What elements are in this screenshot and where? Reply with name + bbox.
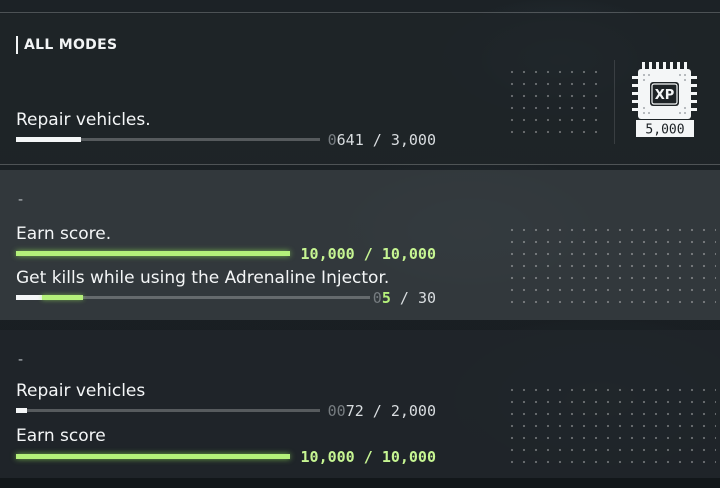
svg-text:XP: XP (655, 88, 675, 103)
progress-count: 0072 / 2,000 (327, 402, 436, 420)
dot-pattern (506, 66, 606, 138)
progress-fill (16, 137, 81, 142)
progress-fill (16, 251, 290, 256)
objective-adrenaline-kills: Get kills while using the Adrenaline Inj… (16, 268, 390, 288)
xp-chip-icon: XP 5,000 (632, 62, 697, 138)
dot-pattern (506, 384, 716, 468)
xp-reward: XP 5,000 (628, 60, 704, 140)
progress-base-fill (16, 295, 42, 300)
progress-fill (42, 295, 83, 300)
progress-fill (16, 408, 27, 413)
progress-bar (16, 408, 320, 413)
progress-count: 10,000 / 10,000 (300, 448, 436, 466)
objective-repair-vehicles: Repair vehicles. (16, 110, 151, 130)
objective-earn-score: Earn score. (16, 224, 112, 244)
objective-earn-score: Earn score (16, 426, 106, 446)
section-dash: - (18, 192, 24, 208)
objective-repair-vehicles: Repair vehicles (16, 381, 146, 401)
progress-bar (16, 454, 290, 459)
section-heading: ALL MODES (16, 36, 117, 54)
progress-fill (16, 454, 290, 459)
section-dash: - (18, 352, 24, 368)
bottom-edge (0, 478, 720, 488)
progress-count: 10,000 / 10,000 (300, 245, 436, 263)
progress-bar (16, 295, 370, 300)
progress-bar (16, 137, 320, 142)
reward-divider (614, 60, 615, 144)
progress-bar (16, 251, 290, 256)
dot-pattern (506, 224, 716, 308)
top-divider (0, 12, 720, 13)
svg-text:5,000: 5,000 (645, 123, 684, 138)
progress-count: 0641 / 3,000 (327, 131, 436, 149)
progress-count: 05 / 30 (372, 289, 436, 307)
